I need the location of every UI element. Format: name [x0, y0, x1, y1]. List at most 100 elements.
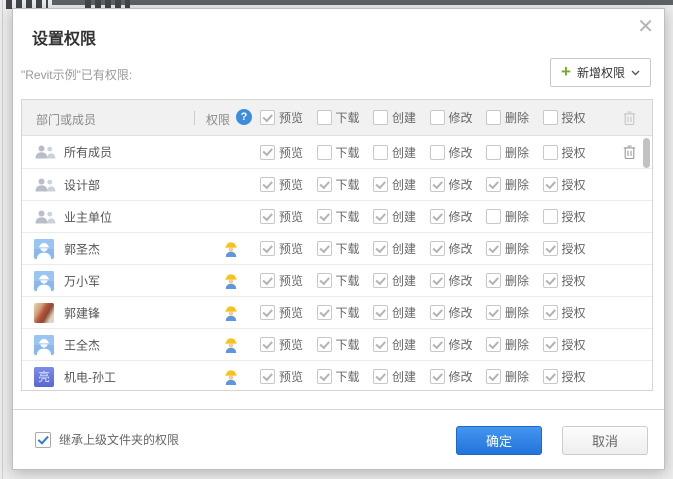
permission-checkbox[interactable]: 下载 — [317, 336, 374, 353]
checkbox-icon[interactable] — [543, 209, 558, 224]
permission-checkbox[interactable]: 下载 — [317, 176, 374, 193]
permission-checkbox[interactable]: 授权 — [543, 272, 600, 289]
checkbox-icon[interactable] — [373, 209, 388, 224]
permission-checkbox[interactable]: 授权 — [543, 336, 600, 353]
checkbox-icon[interactable] — [430, 369, 445, 384]
checkbox-icon[interactable] — [317, 337, 332, 352]
checkbox-icon[interactable] — [486, 273, 501, 288]
permission-checkbox[interactable]: 预览 — [260, 144, 317, 161]
permission-checkbox[interactable]: 修改 — [430, 272, 487, 289]
permission-checkbox[interactable]: 创建 — [373, 272, 430, 289]
checkbox-icon[interactable] — [260, 305, 275, 320]
permission-checkbox[interactable]: 删除 — [486, 176, 543, 193]
checkbox-icon[interactable] — [317, 209, 332, 224]
permission-checkbox[interactable]: 修改 — [430, 240, 487, 257]
permission-checkbox[interactable]: 授权 — [543, 368, 600, 385]
permission-checkbox[interactable]: 删除 — [486, 336, 543, 353]
checkbox-icon[interactable] — [373, 241, 388, 256]
checkbox-icon[interactable] — [543, 110, 558, 125]
permission-checkbox[interactable]: 授权 — [543, 144, 600, 161]
checkbox-icon[interactable] — [35, 432, 51, 448]
checkbox-icon[interactable] — [430, 145, 445, 160]
permission-checkbox[interactable]: 修改 — [430, 304, 487, 321]
checkbox-icon[interactable] — [486, 369, 501, 384]
permission-checkbox[interactable]: 修改 — [430, 176, 487, 193]
close-icon[interactable]: ✕ — [637, 17, 654, 37]
permission-checkbox[interactable]: 预览 — [260, 368, 317, 385]
checkbox-icon[interactable] — [317, 145, 332, 160]
checkbox-icon[interactable] — [430, 305, 445, 320]
checkbox-icon[interactable] — [260, 273, 275, 288]
scrollbar[interactable] — [642, 137, 650, 389]
checkbox-icon[interactable] — [543, 241, 558, 256]
permission-checkbox[interactable]: 删除 — [486, 304, 543, 321]
permission-checkbox[interactable]: 修改 — [430, 336, 487, 353]
checkbox-icon[interactable] — [543, 369, 558, 384]
checkbox-icon[interactable] — [486, 241, 501, 256]
checkbox-icon[interactable] — [373, 273, 388, 288]
checkbox-icon[interactable] — [260, 241, 275, 256]
permission-checkbox[interactable]: 下载 — [317, 109, 374, 126]
permission-checkbox[interactable]: 授权 — [543, 176, 600, 193]
checkbox-icon[interactable] — [430, 209, 445, 224]
permission-checkbox[interactable]: 修改 — [430, 109, 487, 126]
checkbox-icon[interactable] — [260, 110, 275, 125]
permission-checkbox[interactable]: 删除 — [486, 368, 543, 385]
permission-checkbox[interactable]: 授权 — [543, 304, 600, 321]
checkbox-icon[interactable] — [486, 337, 501, 352]
permission-checkbox[interactable]: 下载 — [317, 240, 374, 257]
checkbox-icon[interactable] — [317, 273, 332, 288]
permission-checkbox[interactable]: 创建 — [373, 144, 430, 161]
inherit-permissions-checkbox[interactable]: 继承上级文件夹的权限 — [35, 431, 179, 448]
permission-checkbox[interactable]: 创建 — [373, 208, 430, 225]
checkbox-icon[interactable] — [543, 273, 558, 288]
checkbox-icon[interactable] — [317, 241, 332, 256]
permission-checkbox[interactable]: 修改 — [430, 368, 487, 385]
permission-checkbox[interactable]: 授权 — [543, 208, 600, 225]
permission-checkbox[interactable]: 创建 — [373, 176, 430, 193]
checkbox-icon[interactable] — [373, 337, 388, 352]
checkbox-icon[interactable] — [317, 177, 332, 192]
checkbox-icon[interactable] — [317, 110, 332, 125]
checkbox-icon[interactable] — [486, 145, 501, 160]
permission-checkbox[interactable]: 修改 — [430, 208, 487, 225]
permission-checkbox[interactable]: 删除 — [486, 109, 543, 126]
permission-checkbox[interactable]: 创建 — [373, 109, 430, 126]
checkbox-icon[interactable] — [543, 145, 558, 160]
add-permission-button[interactable]: + 新增权限 — [550, 58, 651, 87]
permission-checkbox[interactable]: 下载 — [317, 304, 374, 321]
checkbox-icon[interactable] — [430, 273, 445, 288]
checkbox-icon[interactable] — [260, 337, 275, 352]
delete-all-icon[interactable] — [623, 110, 636, 125]
checkbox-icon[interactable] — [486, 177, 501, 192]
checkbox-icon[interactable] — [486, 305, 501, 320]
checkbox-icon[interactable] — [543, 337, 558, 352]
scrollbar-thumb[interactable] — [643, 138, 650, 168]
permission-checkbox[interactable]: 授权 — [543, 240, 600, 257]
permission-checkbox[interactable]: 预览 — [260, 336, 317, 353]
checkbox-icon[interactable] — [317, 305, 332, 320]
checkbox-icon[interactable] — [260, 369, 275, 384]
permission-checkbox[interactable]: 下载 — [317, 272, 374, 289]
checkbox-icon[interactable] — [543, 177, 558, 192]
checkbox-icon[interactable] — [430, 177, 445, 192]
permission-checkbox[interactable]: 预览 — [260, 240, 317, 257]
permission-checkbox[interactable]: 授权 — [543, 109, 600, 126]
checkbox-icon[interactable] — [543, 305, 558, 320]
cancel-button[interactable]: 取消 — [562, 426, 648, 455]
delete-row-icon[interactable] — [623, 145, 636, 160]
checkbox-icon[interactable] — [317, 369, 332, 384]
permission-checkbox[interactable]: 修改 — [430, 144, 487, 161]
checkbox-icon[interactable] — [373, 369, 388, 384]
checkbox-icon[interactable] — [260, 209, 275, 224]
permission-checkbox[interactable]: 删除 — [486, 272, 543, 289]
checkbox-icon[interactable] — [373, 110, 388, 125]
permission-checkbox[interactable]: 创建 — [373, 368, 430, 385]
permission-checkbox[interactable]: 下载 — [317, 368, 374, 385]
checkbox-icon[interactable] — [260, 177, 275, 192]
checkbox-icon[interactable] — [430, 110, 445, 125]
checkbox-icon[interactable] — [430, 241, 445, 256]
permission-checkbox[interactable]: 预览 — [260, 176, 317, 193]
permission-checkbox[interactable]: 预览 — [260, 109, 317, 126]
checkbox-icon[interactable] — [486, 209, 501, 224]
